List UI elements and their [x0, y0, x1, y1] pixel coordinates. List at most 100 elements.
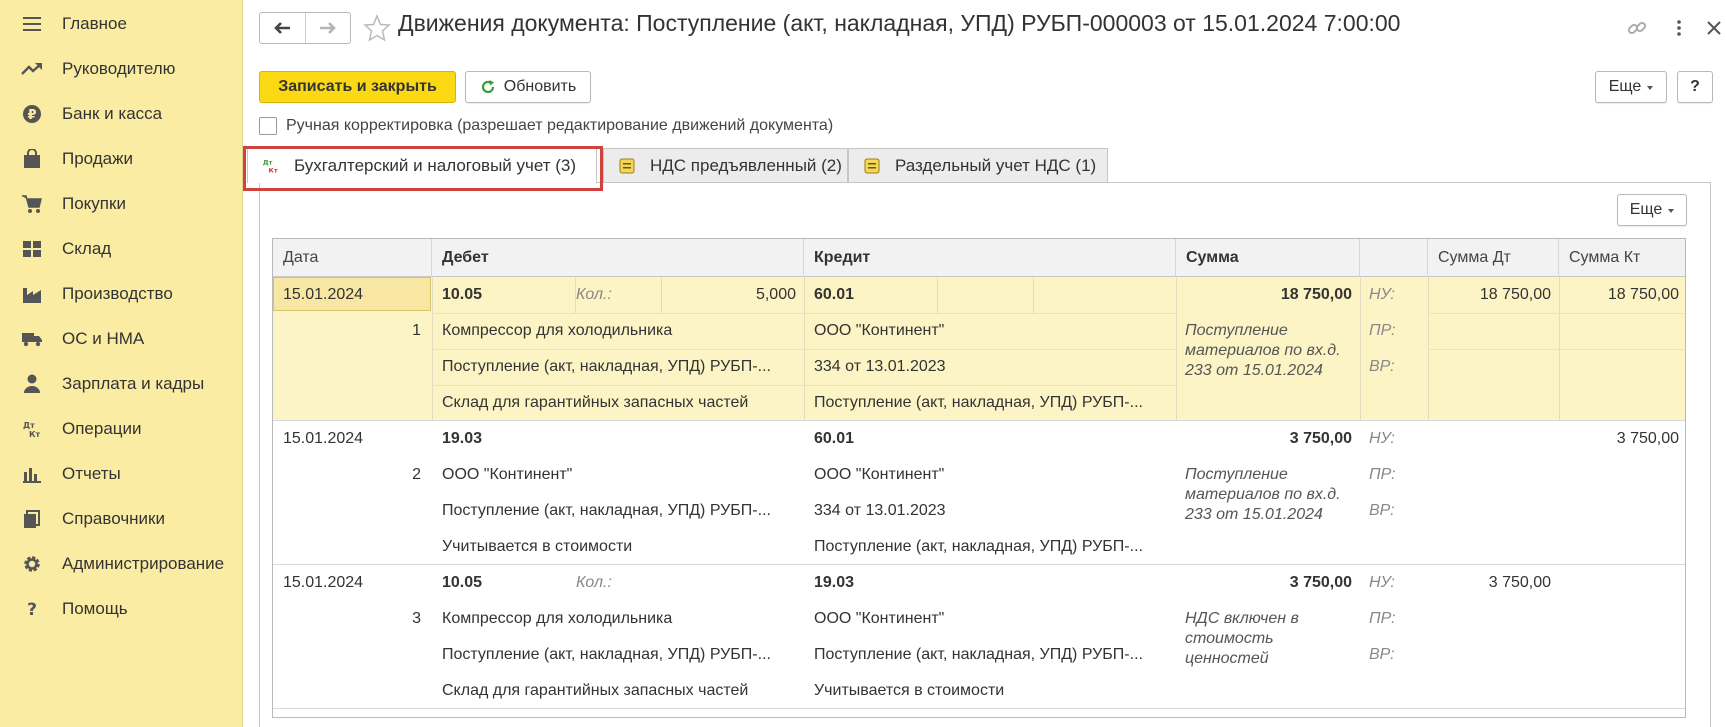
- manual-adjust-row: Ручная корректировка (разрешает редактир…: [259, 115, 833, 137]
- forward-button[interactable]: [304, 13, 350, 43]
- sidebar-item-label: Производство: [62, 284, 173, 303]
- svg-text:Дт: Дт: [263, 158, 273, 166]
- row-sum-dt: 18 750,00: [1479, 286, 1551, 303]
- tab-vat-presented[interactable]: НДС предъявленный (2): [603, 148, 848, 182]
- table-row[interactable]: 15.01.2024 2 19.03 ООО "Континент" Посту…: [273, 421, 1685, 565]
- sidebar-item-sales[interactable]: Продажи: [0, 139, 242, 179]
- close-icon[interactable]: [1702, 16, 1726, 40]
- sidebar-item-production[interactable]: Производство: [0, 274, 242, 314]
- row-sum-kt: 18 750,00: [1607, 286, 1679, 303]
- sidebar-item-main[interactable]: Главное: [0, 4, 242, 44]
- sidebar-item-label: Главное: [62, 14, 127, 33]
- sidebar-item-administration[interactable]: Администрирование: [0, 544, 242, 584]
- sidebar-item-operations[interactable]: Дт Кт Операции: [0, 409, 242, 449]
- favorite-star-icon[interactable]: [363, 14, 391, 42]
- sidebar-item-reports[interactable]: Отчеты: [0, 454, 242, 494]
- refresh-label: Обновить: [503, 78, 577, 95]
- vr-label: ВР:: [1369, 646, 1395, 663]
- debit-subconto-3: Склад для гарантийных запасных частей: [442, 682, 749, 699]
- bar-chart-icon: [20, 462, 44, 486]
- divider: [937, 277, 938, 313]
- sidebar-item-label: Помощь: [62, 599, 128, 618]
- tab-accounting[interactable]: Дт Кт Бухгалтерский и налоговый учет (3): [247, 148, 597, 183]
- row-sum-kt: [1559, 565, 1679, 601]
- more-button[interactable]: Еще: [1595, 71, 1667, 103]
- row-sum-dt: [1428, 421, 1551, 457]
- divider: [1428, 313, 1685, 314]
- chevron-down-icon: [1668, 209, 1675, 213]
- movements-table[interactable]: Дата Дебет Кредит Сумма Сумма Дт Сумма К…: [272, 238, 1686, 718]
- more-vertical-icon[interactable]: [1667, 16, 1691, 40]
- factory-icon: [20, 282, 44, 306]
- debit-subconto-2: Поступление (акт, накладная, УПД) РУБП-.…: [442, 646, 771, 663]
- table-more-label: Еще: [1629, 201, 1663, 218]
- svg-text:₽: ₽: [27, 108, 36, 123]
- sidebar-item-label: Зарплата и кадры: [62, 374, 205, 393]
- sidebar-item-assets[interactable]: ОС и НМА: [0, 319, 242, 359]
- sidebar-item-references[interactable]: Справочники: [0, 499, 242, 539]
- manual-adjust-label: Ручная корректировка (разрешает редактир…: [286, 117, 834, 134]
- sidebar-item-label: Банк и касса: [62, 104, 163, 123]
- sidebar-item-purchases[interactable]: Покупки: [0, 184, 242, 224]
- row-date: 15.01.2024: [283, 574, 364, 591]
- nu-label: НУ:: [1369, 286, 1395, 303]
- table-row[interactable]: 15.01.2024 1 10.05 Кол.: 5,000 Компрессо…: [273, 277, 1685, 421]
- shopping-bag-icon: [20, 147, 44, 171]
- qty-label: Кол.:: [576, 574, 612, 591]
- credit-subconto-1: ООО "Континент": [814, 466, 945, 483]
- row-date: 15.01.2024: [283, 286, 364, 303]
- tab-separate-vat[interactable]: Раздельный учет НДС (1): [848, 148, 1108, 182]
- debit-account: 10.05: [442, 574, 483, 591]
- qty-value: 5,000: [755, 286, 796, 303]
- sidebar-item-label: Администрирование: [62, 554, 225, 573]
- nu-label: НУ:: [1369, 430, 1395, 447]
- divider: [1360, 277, 1361, 421]
- history-nav: [259, 12, 351, 44]
- trend-icon: [20, 57, 44, 81]
- sidebar-item-label: Операции: [62, 419, 142, 438]
- column-sum-kt[interactable]: Сумма Кт: [1559, 239, 1685, 277]
- link-icon[interactable]: [1625, 16, 1649, 40]
- svg-text:?: ?: [27, 600, 37, 619]
- credit-account: 60.01: [814, 286, 855, 303]
- help-button[interactable]: ?: [1677, 71, 1713, 103]
- vr-label: ВР:: [1369, 502, 1395, 519]
- row-number: 1: [412, 322, 421, 339]
- manual-adjust-checkbox[interactable]: [259, 117, 277, 135]
- debit-subconto-1: Компрессор для холодильника: [442, 322, 673, 339]
- save-and-close-button[interactable]: Записать и закрыть: [259, 71, 456, 103]
- arrow-left-icon: [274, 22, 291, 34]
- sidebar-item-warehouse[interactable]: Склад: [0, 229, 242, 269]
- more-label: Еще: [1608, 78, 1642, 95]
- row-content: Поступление материалов по вх.д. 233 от 1…: [1185, 322, 1341, 379]
- refresh-button[interactable]: Обновить: [465, 71, 591, 103]
- divider: [1033, 277, 1034, 313]
- credit-subconto-2: 334 от 13.01.2023: [814, 502, 946, 519]
- credit-subconto-2: Поступление (акт, накладная, УПД) РУБП-.…: [814, 646, 1143, 663]
- debit-account: 10.05: [442, 286, 483, 303]
- back-button[interactable]: [260, 13, 305, 43]
- register-icon: [618, 157, 636, 175]
- debit-subconto-2: Поступление (акт, накладная, УПД) РУБП-.…: [442, 358, 771, 375]
- divider: [1428, 349, 1685, 350]
- books-icon: [20, 507, 44, 531]
- column-sum-dt[interactable]: Сумма Дт: [1428, 239, 1559, 277]
- credit-account: 19.03: [814, 574, 855, 591]
- table-row[interactable]: 15.01.2024 3 10.05 Кол.: Компрессор для …: [273, 565, 1685, 709]
- column-debit[interactable]: Дебет: [432, 239, 804, 277]
- row-content: НДС включен в стоимость ценностей: [1185, 610, 1299, 667]
- sidebar-item-manager[interactable]: Руководителю: [0, 49, 242, 89]
- ruble-coin-icon: ₽: [20, 102, 44, 126]
- column-date[interactable]: Дата: [273, 239, 432, 277]
- sidebar-item-label: Склад: [62, 239, 112, 258]
- refresh-icon: [481, 80, 494, 94]
- sidebar-item-salary[interactable]: Зарплата и кадры: [0, 364, 242, 404]
- sidebar-item-bank[interactable]: ₽ Банк и касса: [0, 94, 242, 134]
- debit-account: 19.03: [442, 430, 483, 447]
- table-more-button[interactable]: Еще: [1617, 194, 1687, 226]
- column-credit[interactable]: Кредит: [804, 239, 1176, 277]
- sidebar-item-help[interactable]: ? Помощь: [0, 589, 242, 629]
- debit-subconto-3: Учитывается в стоимости: [442, 538, 633, 555]
- column-sum[interactable]: Сумма: [1176, 239, 1360, 277]
- debit-subconto-1: Компрессор для холодильника: [442, 610, 673, 627]
